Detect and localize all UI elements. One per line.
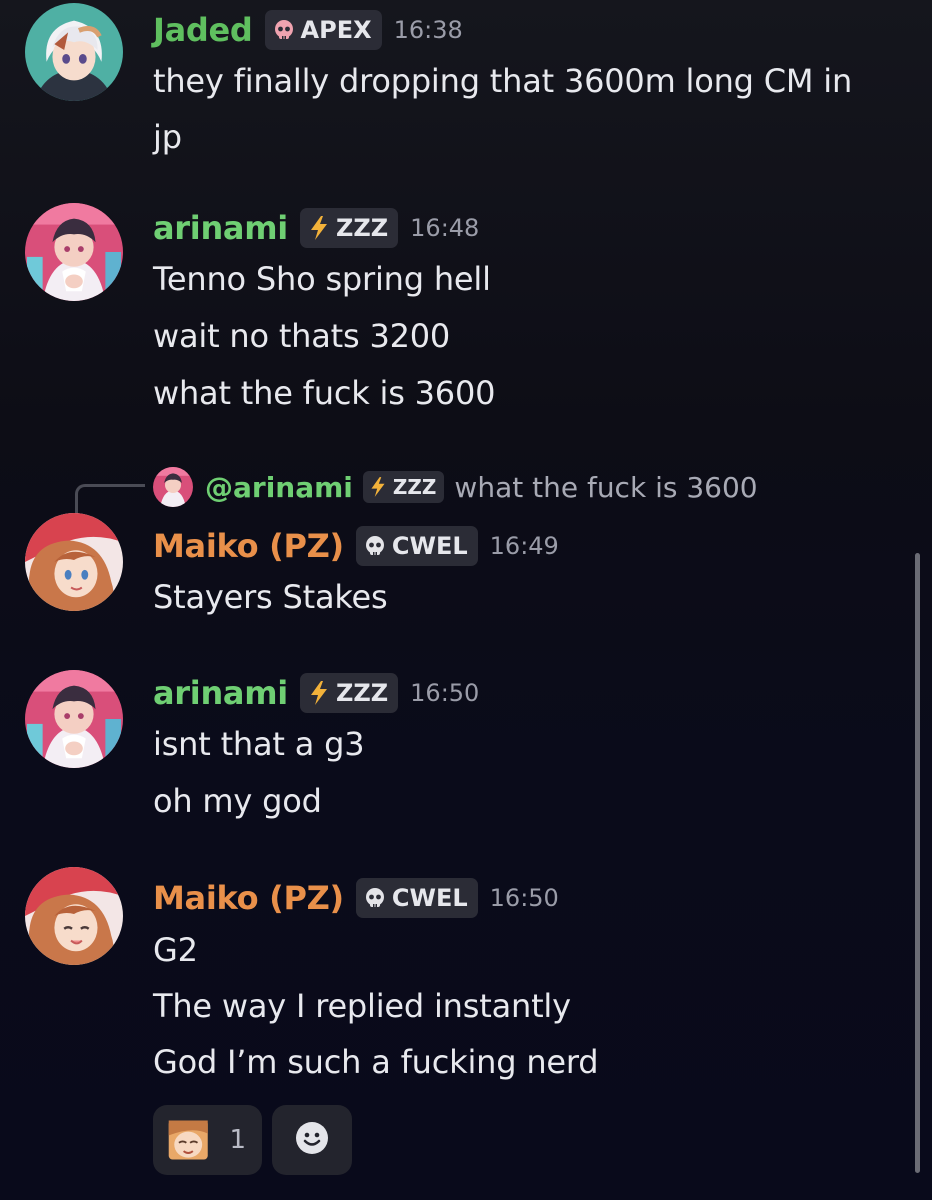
timestamp: 16:50 [410, 679, 480, 707]
avatar-maiko-image [25, 867, 123, 965]
avatar-arinami[interactable] [25, 203, 123, 301]
anime-face-emoji-icon [165, 1115, 211, 1165]
scrollbar[interactable] [915, 553, 920, 1173]
message-text: oh my god [153, 782, 322, 820]
guild-tag-label: CWEL [391, 532, 468, 560]
avatar-jaded[interactable] [25, 3, 123, 101]
skull-icon [273, 19, 295, 41]
guild-tag-label: ZZZ [335, 214, 389, 242]
avatar-arinami-image [25, 203, 123, 301]
message-text: isnt that a g3 [153, 725, 365, 763]
guild-tag[interactable]: ZZZ [299, 673, 399, 713]
message-text: wait no thats 3200 [153, 317, 451, 355]
username[interactable]: Maiko (PZ) [153, 527, 344, 565]
message-text: The way I replied instantly [153, 987, 571, 1025]
reply-text: what the fuck is 3600 [454, 470, 758, 504]
message-text: they finally dropping that 3600m long CM… [153, 62, 853, 100]
username[interactable]: arinami [153, 674, 288, 712]
guild-tag[interactable]: APEX [264, 10, 382, 50]
lightning-icon [369, 476, 387, 498]
add-reaction-button[interactable] [272, 1105, 352, 1175]
message-text: Tenno Sho spring hell [153, 260, 491, 298]
reaction-count: 1 [229, 1125, 246, 1155]
username[interactable]: Jaded [153, 11, 253, 49]
reactions-row: 1 [153, 1105, 352, 1175]
chat-message-list: Jaded APEX 16:38 they finally dropping t… [0, 0, 932, 1200]
timestamp: 16:48 [410, 214, 480, 242]
avatar-maiko[interactable] [25, 513, 123, 611]
username[interactable]: arinami [153, 209, 288, 247]
add-reaction-smiley-icon [295, 1121, 329, 1159]
reply-guild-tag: ZZZ [362, 471, 445, 503]
lightning-icon [308, 680, 330, 706]
guild-tag[interactable]: CWEL [355, 526, 478, 566]
timestamp: 16:49 [489, 532, 559, 560]
skull-icon [364, 535, 386, 557]
message-text: Stayers Stakes [153, 578, 388, 616]
avatar-arinami-image [25, 670, 123, 768]
message-header: arinami ZZZ 16:50 [153, 672, 479, 714]
guild-tag[interactable]: CWEL [355, 878, 478, 918]
message-header: Maiko (PZ) CWEL 16:49 [153, 525, 559, 567]
timestamp: 16:38 [393, 16, 463, 44]
guild-tag-label: APEX [300, 16, 372, 44]
avatar-jaded-image [25, 3, 123, 101]
avatar-maiko[interactable] [25, 867, 123, 965]
timestamp: 16:50 [489, 884, 559, 912]
username[interactable]: Maiko (PZ) [153, 879, 344, 917]
message-header: Jaded APEX 16:38 [153, 9, 463, 51]
guild-tag[interactable]: ZZZ [299, 208, 399, 248]
reply-username[interactable]: @arinami [205, 471, 353, 504]
guild-tag-label: ZZZ [335, 679, 389, 707]
reply-preview[interactable]: @arinami ZZZ what the fuck is 3600 [153, 467, 758, 507]
message-text: jp [153, 118, 182, 156]
avatar-arinami[interactable] [25, 670, 123, 768]
reply-guild-tag-label: ZZZ [392, 475, 437, 499]
message-header: arinami ZZZ 16:48 [153, 207, 479, 249]
message-text: G2 [153, 931, 198, 969]
avatar-maiko-image [25, 513, 123, 611]
guild-tag-label: CWEL [391, 884, 468, 912]
reply-connector-line [75, 484, 145, 516]
lightning-icon [308, 215, 330, 241]
message-text: God I’m such a fucking nerd [153, 1043, 599, 1081]
message-header: Maiko (PZ) CWEL 16:50 [153, 877, 559, 919]
message-text: what the fuck is 3600 [153, 374, 496, 412]
reaction-anime-face[interactable]: 1 [153, 1105, 262, 1175]
skull-icon [364, 887, 386, 909]
reply-avatar [153, 467, 193, 507]
